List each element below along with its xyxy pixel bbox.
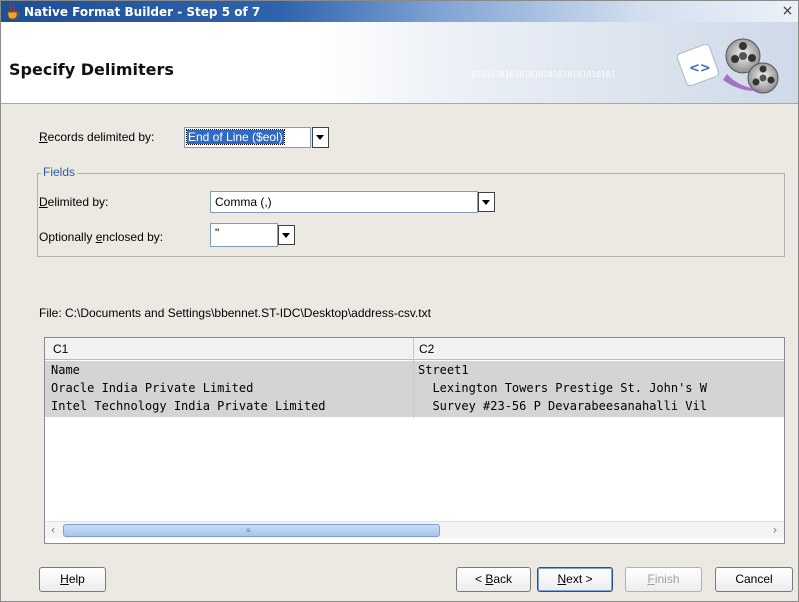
scrollbar-thumb[interactable]: ≡ — [63, 524, 440, 537]
table-cell: Street1 — [418, 363, 469, 377]
back-button[interactable]: < Back — [456, 567, 531, 592]
records-delimiter-select[interactable]: End of Line ($eol) — [184, 127, 331, 148]
field-delimiter-value: Comma (,) — [215, 195, 272, 209]
next-button[interactable]: Next > — [537, 567, 613, 592]
table-cell: Name — [51, 363, 80, 377]
cancel-button[interactable]: Cancel — [715, 567, 793, 592]
page-title: Specify Delimiters — [9, 60, 174, 79]
chevron-down-icon — [282, 233, 290, 238]
chevron-down-icon — [316, 135, 324, 140]
title-bar[interactable]: Native Format Builder - Step 5 of 7 × — [1, 1, 798, 22]
close-icon: × — [781, 3, 794, 19]
field-delimiter-dropdown-button[interactable] — [478, 192, 495, 212]
table-cell: Intel Technology India Private Limited — [51, 399, 326, 413]
fields-group — [37, 173, 785, 257]
close-button[interactable]: × — [779, 3, 796, 20]
records-dropdown-button[interactable] — [312, 127, 329, 148]
banner-binary-text: 010101010101010101010101010101 — [471, 70, 616, 79]
column-divider[interactable] — [413, 338, 414, 418]
window-title: Native Format Builder - Step 5 of 7 — [24, 4, 261, 19]
finish-button[interactable]: Finish — [625, 567, 702, 592]
wizard-header: Specify Delimiters 010101010101010101010… — [1, 22, 798, 104]
field-delimiter-select[interactable]: Comma (,) — [210, 191, 497, 213]
fields-legend: Fields — [41, 165, 78, 179]
wizard-window: Native Format Builder - Step 5 of 7 × Sp… — [0, 0, 799, 602]
java-cup-icon — [7, 4, 20, 19]
column-header-c2[interactable]: C2 — [419, 342, 434, 356]
records-delimited-label: Records delimited by: — [39, 130, 155, 144]
table-cell: Lexington Towers Prestige St. John's W — [418, 381, 707, 395]
table-row[interactable]: Name Street1 — [45, 361, 784, 379]
horizontal-scrollbar[interactable]: ‹ ≡ › — [45, 521, 784, 538]
enclosure-select[interactable]: " — [210, 223, 296, 247]
scroll-left-icon[interactable]: ‹ — [46, 524, 60, 537]
table-row[interactable]: Oracle India Private Limited Lexington T… — [45, 379, 784, 397]
column-header-c1[interactable]: C1 — [53, 342, 68, 356]
enclosure-value: " — [215, 226, 220, 240]
enclosed-by-label: Optionally enclosed by: — [39, 230, 164, 244]
table-header: C1 C2 — [45, 338, 784, 360]
grip-icon: ≡ — [246, 526, 251, 535]
chevron-down-icon — [482, 200, 490, 205]
table-row[interactable]: Intel Technology India Private Limited S… — [45, 397, 784, 415]
preview-table[interactable]: C1 C2 Name Street1 Oracle India Private … — [44, 337, 785, 544]
table-cell: Oracle India Private Limited — [51, 381, 254, 395]
records-delimiter-value: End of Line ($eol) — [186, 129, 285, 145]
scroll-right-icon[interactable]: › — [768, 524, 782, 537]
help-button[interactable]: Help — [39, 567, 106, 592]
enclosure-dropdown-button[interactable] — [278, 225, 295, 245]
delimited-by-label: Delimited by: — [39, 195, 109, 209]
file-path-label: File: C:\Documents and Settings\bbennet.… — [39, 306, 431, 320]
film-reel-wizard-icon: <> — [676, 38, 779, 94]
table-cell: Survey #23-56 P Devarabeesanahalli Vil — [418, 399, 707, 413]
table-rows: Name Street1 Oracle India Private Limite… — [45, 361, 784, 417]
svg-text:<>: <> — [689, 61, 711, 76]
